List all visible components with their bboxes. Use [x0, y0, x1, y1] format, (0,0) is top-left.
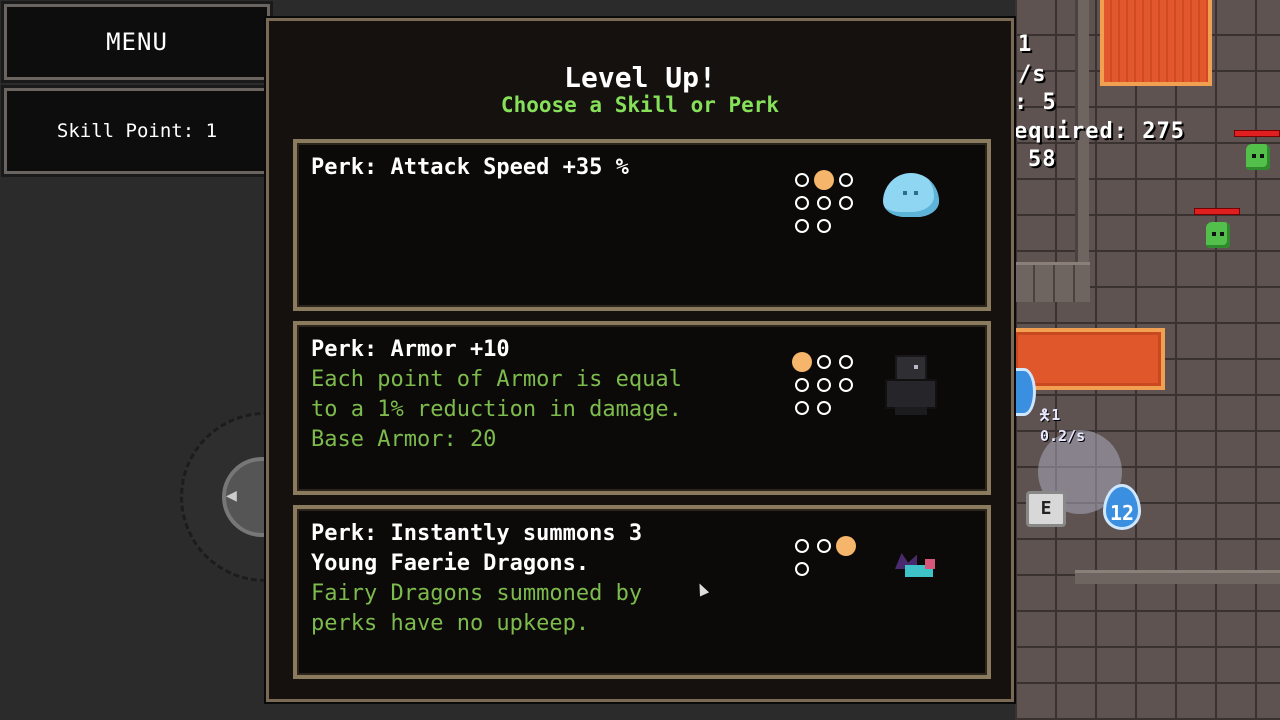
- rank-dot-empty: [795, 401, 809, 415]
- red-rug-middle: [1015, 328, 1165, 390]
- water-drop-icon: [1012, 368, 1036, 416]
- perk-title: Perk: Armor +10: [311, 337, 510, 362]
- enemy-health-bar: [1194, 208, 1240, 215]
- dungeon-wall-bottom: [1075, 570, 1280, 584]
- rank-dot-empty: [817, 355, 831, 369]
- hud-stat-5: 58: [1028, 147, 1057, 172]
- armor-icon: [881, 355, 939, 415]
- rank-dot-filled: [814, 170, 834, 190]
- rank-dot-empty: [795, 562, 809, 576]
- skill-points-display: Skill Point: 1: [1, 85, 273, 177]
- perk-description-line: Fairy Dragons summoned by: [311, 581, 643, 606]
- perk-title: Young Faerie Dragons.: [311, 551, 590, 576]
- perk-description-line: Base Armor: 20: [311, 427, 497, 452]
- slime-icon: [883, 173, 939, 217]
- perk-card-attack-speed[interactable]: Perk: Attack Speed +35 %: [293, 139, 991, 311]
- rank-dot-filled: [792, 352, 812, 372]
- rank-dot-empty: [817, 219, 831, 233]
- mana-drop-badge: 12: [1103, 484, 1141, 530]
- faerie-dragon-icon: [891, 547, 935, 583]
- perk-description-line: Each point of Armor is equal: [311, 367, 682, 392]
- rank-dot-empty: [839, 173, 853, 187]
- enemy-health-bar: [1234, 130, 1280, 137]
- rank-dot-empty: [817, 401, 831, 415]
- level-up-dialog: Level Up! Choose a Skill or Perk Perk: A…: [264, 16, 1016, 704]
- perk-rank-dots: [791, 535, 863, 581]
- rank-dot-empty: [817, 539, 831, 553]
- perk-title: Perk: Instantly summons 3: [311, 521, 643, 546]
- rank-dot-empty: [839, 378, 853, 392]
- interact-key-e[interactable]: E: [1026, 491, 1066, 527]
- hud-stat-1: 1: [1018, 32, 1033, 57]
- rank-dot-empty: [795, 378, 809, 392]
- hud-stat-3: : 5: [1014, 90, 1057, 115]
- perk-card-faerie-dragons[interactable]: Perk: Instantly summons 3 Young Faerie D…: [293, 505, 991, 679]
- regen-rate: 0.2/s: [1040, 427, 1086, 445]
- dialog-title: Level Up!: [564, 61, 716, 94]
- perk-title: Perk: Attack Speed +35 %: [311, 155, 629, 180]
- rank-dot-filled: [836, 536, 856, 556]
- rank-dot-empty: [795, 173, 809, 187]
- rank-dot-empty: [795, 539, 809, 553]
- perk-rank-dots: [791, 169, 863, 238]
- rank-dot-empty: [795, 196, 809, 210]
- red-rug-top: [1100, 0, 1212, 86]
- perk-rank-dots: [791, 351, 863, 420]
- perk-card-armor[interactable]: Perk: Armor +10 Each point of Armor is e…: [293, 321, 991, 495]
- rank-dot-empty: [839, 196, 853, 210]
- joystick-left-arrow-icon: ◀: [226, 485, 237, 506]
- rank-dot-empty: [817, 378, 831, 392]
- menu-button[interactable]: MENU: [1, 1, 273, 83]
- rank-dot-empty: [795, 219, 809, 233]
- goblin-enemy[interactable]: [1194, 208, 1240, 250]
- hud-stat-2: /s: [1018, 62, 1047, 87]
- dungeon-wall-ledge: [1015, 262, 1090, 302]
- rank-dot-empty: [839, 355, 853, 369]
- dialog-subtitle: Choose a Skill or Perk: [500, 93, 780, 117]
- rank-dot-empty: [817, 196, 831, 210]
- goblin-enemy[interactable]: [1234, 130, 1280, 172]
- hud-xp-required: equired: 275: [1014, 119, 1185, 144]
- perk-description-line: perks have no upkeep.: [311, 611, 590, 636]
- perk-description-line: to a 1% reduction in damage.: [311, 397, 682, 422]
